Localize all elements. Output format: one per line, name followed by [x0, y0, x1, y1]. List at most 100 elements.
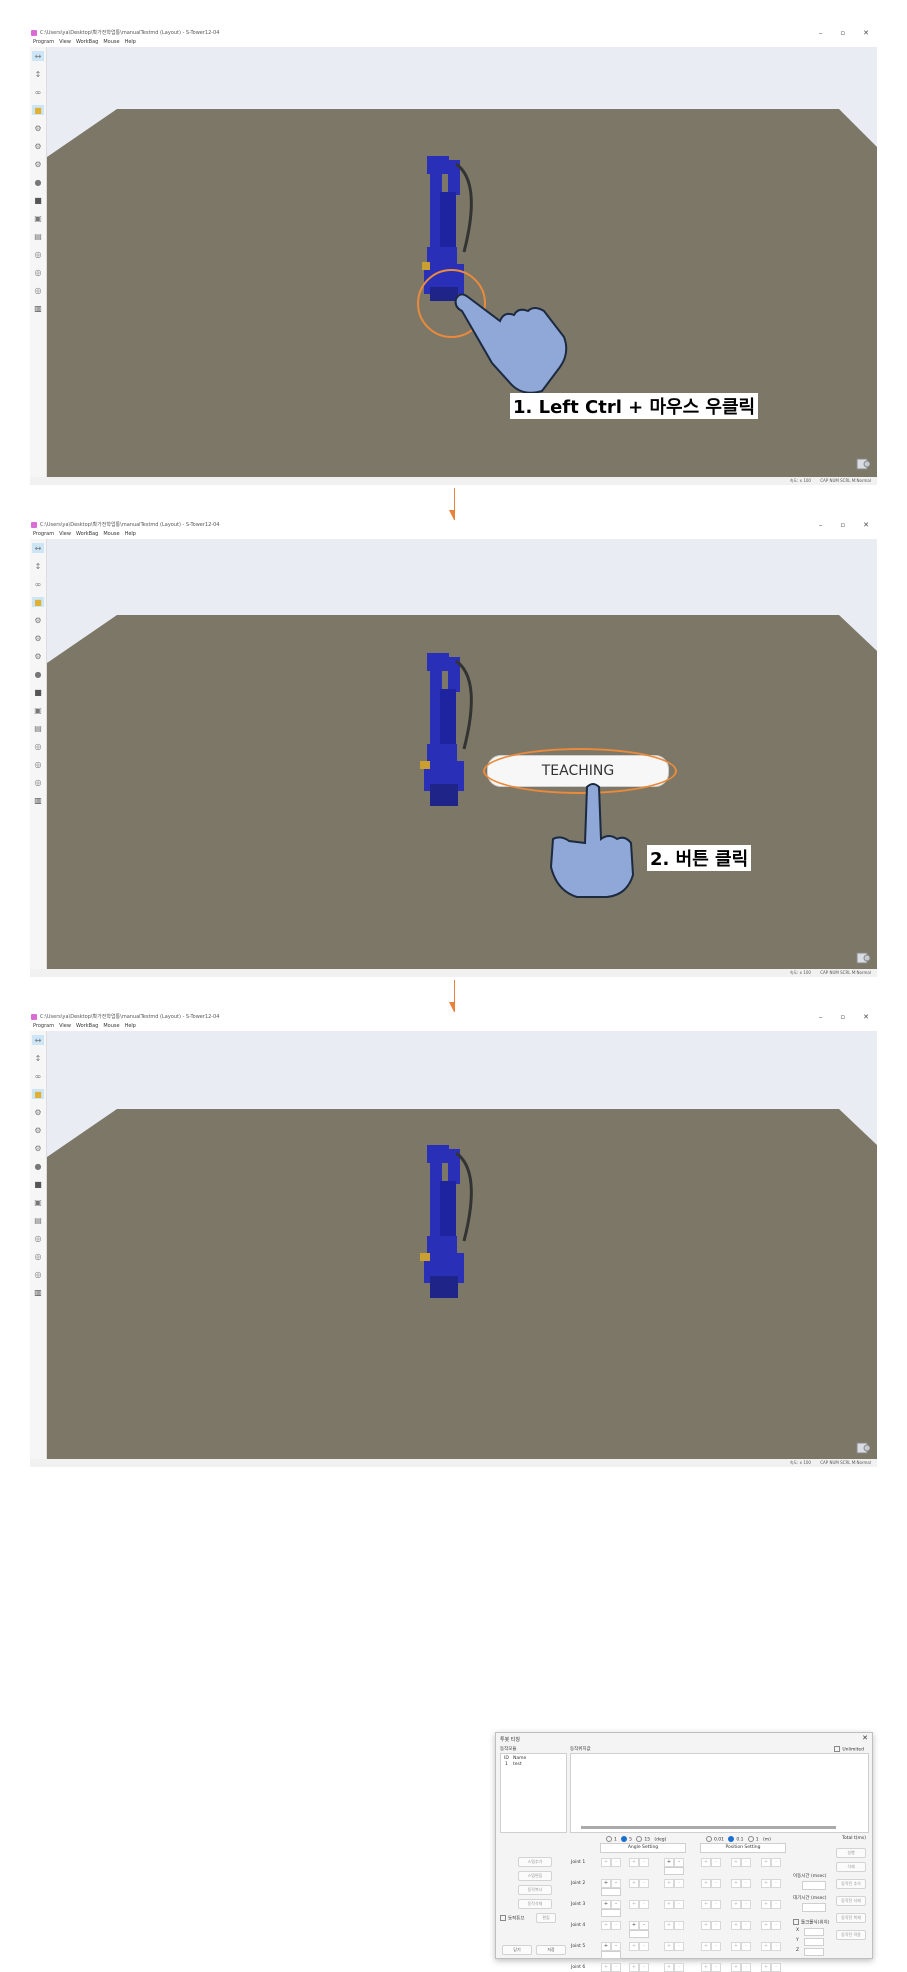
- folder-icon[interactable]: ■: [32, 597, 44, 607]
- joint6-minus-c[interactable]: -: [674, 1963, 684, 1972]
- joint2-plus[interactable]: +: [601, 1879, 611, 1888]
- view-icon[interactable]: ▣: [32, 705, 44, 715]
- unlimited-checkbox[interactable]: Unlimited: [834, 1746, 864, 1753]
- settings-icon[interactable]: ⚙: [32, 1125, 44, 1135]
- robot3-icon[interactable]: ◎: [32, 285, 44, 295]
- film-icon[interactable]: ▥: [32, 1287, 44, 1297]
- pan-tool-icon[interactable]: ↔: [32, 51, 44, 61]
- view-cube-icon[interactable]: [851, 949, 873, 967]
- angle-step-group[interactable]: 1 5 15 (deg): [606, 1836, 666, 1843]
- joint2-pos-minus-b[interactable]: -: [741, 1879, 751, 1888]
- joint1-pos-plus-b[interactable]: +: [731, 1858, 741, 1867]
- menu-mouse[interactable]: Mouse: [103, 1022, 119, 1031]
- joint6-pos-minus-c[interactable]: -: [771, 1963, 781, 1972]
- joint6-minus-b[interactable]: -: [639, 1963, 649, 1972]
- joint6-pos-plus-c[interactable]: +: [761, 1963, 771, 1972]
- joint5-minus[interactable]: -: [611, 1942, 621, 1951]
- joint4-pos-plus-c[interactable]: +: [761, 1921, 771, 1930]
- robot3-icon[interactable]: ◎: [32, 777, 44, 787]
- run-button[interactable]: 실행: [836, 1848, 866, 1858]
- link-icon[interactable]: ∞: [32, 1071, 44, 1081]
- joint6-plus[interactable]: +: [601, 1963, 611, 1972]
- joint4-minus-c[interactable]: -: [674, 1921, 684, 1930]
- joint5-pos-minus-b[interactable]: -: [741, 1942, 751, 1951]
- joint2-pos-minus-c[interactable]: -: [771, 1879, 781, 1888]
- joint3-plus-b[interactable]: +: [629, 1900, 639, 1909]
- joint1-minus-c[interactable]: -: [674, 1858, 684, 1867]
- joint2-minus-c[interactable]: -: [674, 1879, 684, 1888]
- motion-delete-button-2[interactable]: 동작전 삭제: [836, 1896, 866, 1906]
- joint3-minus[interactable]: -: [611, 1900, 621, 1909]
- wait-time-input[interactable]: [802, 1903, 826, 1912]
- joint5-plus-c[interactable]: +: [664, 1942, 674, 1951]
- joint6-pos-minus[interactable]: -: [711, 1963, 721, 1972]
- menu-workbag[interactable]: WorkBag: [76, 1022, 98, 1031]
- settings-icon[interactable]: ⚙: [32, 633, 44, 643]
- circle-icon[interactable]: ●: [32, 669, 44, 679]
- joint3-minus-b[interactable]: -: [639, 1900, 649, 1909]
- menu-program[interactable]: Program: [33, 530, 54, 539]
- joint1-plus[interactable]: +: [601, 1858, 611, 1867]
- step-add-button[interactable]: 스텝추가: [518, 1857, 552, 1867]
- close-dialog-button[interactable]: 닫기: [502, 1945, 532, 1955]
- menu-program[interactable]: Program: [33, 1022, 54, 1031]
- joint5-plus-b[interactable]: +: [629, 1942, 639, 1951]
- joint1-pos-plus[interactable]: +: [701, 1858, 711, 1867]
- joint4-pos-minus[interactable]: -: [711, 1921, 721, 1930]
- joint3-plus[interactable]: +: [601, 1900, 611, 1909]
- motion-copy-button[interactable]: 동작복사: [518, 1885, 552, 1895]
- joint5-pos-plus-c[interactable]: +: [761, 1942, 771, 1951]
- joint4-minus[interactable]: -: [611, 1921, 621, 1930]
- axis-x-input[interactable]: [804, 1928, 824, 1936]
- camera-icon[interactable]: ■: [32, 195, 44, 205]
- menu-mouse[interactable]: Mouse: [103, 530, 119, 539]
- maximize-button[interactable]: ▫: [840, 1012, 845, 1022]
- layers-icon[interactable]: ▤: [32, 1215, 44, 1225]
- joint4-pos-minus-b[interactable]: -: [741, 1921, 751, 1930]
- minimize-button[interactable]: –: [819, 1012, 823, 1022]
- joint4-minus-b[interactable]: -: [639, 1921, 649, 1930]
- maximize-button[interactable]: ▫: [840, 520, 845, 530]
- 3d-viewport[interactable]: 1. Left Ctrl + 마우스 우클릭: [47, 47, 877, 477]
- joint5-pos-minus[interactable]: -: [711, 1942, 721, 1951]
- joint1-pos-plus-c[interactable]: +: [761, 1858, 771, 1867]
- joint6-pos-plus[interactable]: +: [701, 1963, 711, 1972]
- menu-workbag[interactable]: WorkBag: [76, 530, 98, 539]
- minimize-button[interactable]: –: [819, 28, 823, 38]
- joint4-pos-minus-c[interactable]: -: [771, 1921, 781, 1930]
- vertical-move-icon[interactable]: ↕: [32, 561, 44, 571]
- robot2-icon[interactable]: ◎: [32, 267, 44, 277]
- menu-mouse[interactable]: Mouse: [103, 38, 119, 47]
- film-icon[interactable]: ▥: [32, 303, 44, 313]
- close-button[interactable]: ✕: [863, 1012, 869, 1022]
- axis-z-input[interactable]: [804, 1948, 824, 1956]
- circle-icon[interactable]: ●: [32, 1161, 44, 1171]
- joint2-pos-minus[interactable]: -: [711, 1879, 721, 1888]
- pan-tool-icon[interactable]: ↔: [32, 543, 44, 553]
- view-cube-icon[interactable]: [851, 1439, 873, 1457]
- joint2-plus-c[interactable]: +: [664, 1879, 674, 1888]
- maximize-button[interactable]: ▫: [840, 28, 845, 38]
- joint3-pos-minus-b[interactable]: -: [741, 1900, 751, 1909]
- link-icon[interactable]: ∞: [32, 579, 44, 589]
- joint5-plus[interactable]: +: [601, 1942, 611, 1951]
- joint5-pos-minus-c[interactable]: -: [771, 1942, 781, 1951]
- camera-icon[interactable]: ■: [32, 1179, 44, 1189]
- joint1-value[interactable]: [664, 1867, 684, 1875]
- joint3-minus-c[interactable]: -: [674, 1900, 684, 1909]
- joint1-plus-c[interactable]: +: [664, 1858, 674, 1867]
- joint5-pos-plus[interactable]: +: [701, 1942, 711, 1951]
- motion-add-button[interactable]: 동작전 추가: [836, 1879, 866, 1889]
- save-button[interactable]: 저장: [536, 1945, 566, 1955]
- joint2-pos-plus[interactable]: +: [701, 1879, 711, 1888]
- joint2-pos-plus-c[interactable]: +: [761, 1879, 771, 1888]
- joint3-pos-minus[interactable]: -: [711, 1900, 721, 1909]
- joint6-plus-b[interactable]: +: [629, 1963, 639, 1972]
- film-icon[interactable]: ▥: [32, 795, 44, 805]
- motion-tube-checkbox[interactable]: 동작튜브: [500, 1915, 525, 1922]
- menu-view[interactable]: View: [59, 530, 71, 539]
- dialog-close-icon[interactable]: ✕: [862, 1734, 868, 1742]
- joint2-plus-b[interactable]: +: [629, 1879, 639, 1888]
- joint5-minus-b[interactable]: -: [639, 1942, 649, 1951]
- menu-help[interactable]: Help: [125, 1022, 136, 1031]
